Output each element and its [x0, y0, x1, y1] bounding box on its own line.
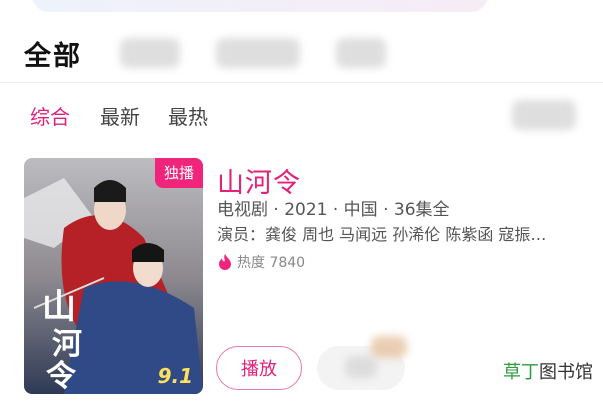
sort-comprehensive[interactable]: 综合 [30, 101, 70, 130]
filter-blurred[interactable] [512, 100, 576, 130]
sort-hottest[interactable]: 最热 [168, 101, 208, 130]
svg-text:令: 令 [46, 359, 77, 394]
category-tabs: 全部 [0, 30, 603, 76]
tab-blurred-2[interactable] [216, 38, 300, 68]
search-bar[interactable] [32, 0, 488, 12]
show-cast: 演员：龚俊 周也 马闻远 孙浠伦 陈紫函 寇振… [217, 225, 547, 244]
svg-text:山: 山 [42, 287, 76, 327]
heat-indicator: 热度 7840 [217, 252, 305, 272]
secondary-button-blurred-accent [371, 336, 407, 358]
secondary-button[interactable] [317, 336, 407, 390]
rating-score: 9.1 [157, 364, 193, 388]
watermark: 草丁图书馆 [503, 358, 593, 384]
secondary-button-blurred [345, 356, 377, 378]
divider [0, 82, 603, 83]
tab-blurred-3[interactable] [336, 38, 386, 68]
svg-text:河: 河 [52, 327, 82, 362]
flame-icon [219, 254, 231, 270]
watermark-rest: 图书馆 [539, 362, 593, 383]
play-button[interactable]: 播放 [216, 346, 302, 390]
tab-blurred-1[interactable] [120, 38, 180, 68]
poster-image[interactable]: 山 河 令 独播 9.1 [24, 158, 203, 394]
sort-newest[interactable]: 最新 [100, 101, 140, 130]
tab-all[interactable]: 全部 [24, 34, 82, 73]
heat-value: 热度 7840 [237, 255, 306, 271]
watermark-green: 草丁 [503, 362, 539, 383]
show-meta: 电视剧 · 2021 · 中国 · 36集全 [217, 200, 450, 220]
exclusive-badge: 独播 [154, 158, 203, 188]
poster-artwork: 山 河 令 [24, 158, 203, 394]
